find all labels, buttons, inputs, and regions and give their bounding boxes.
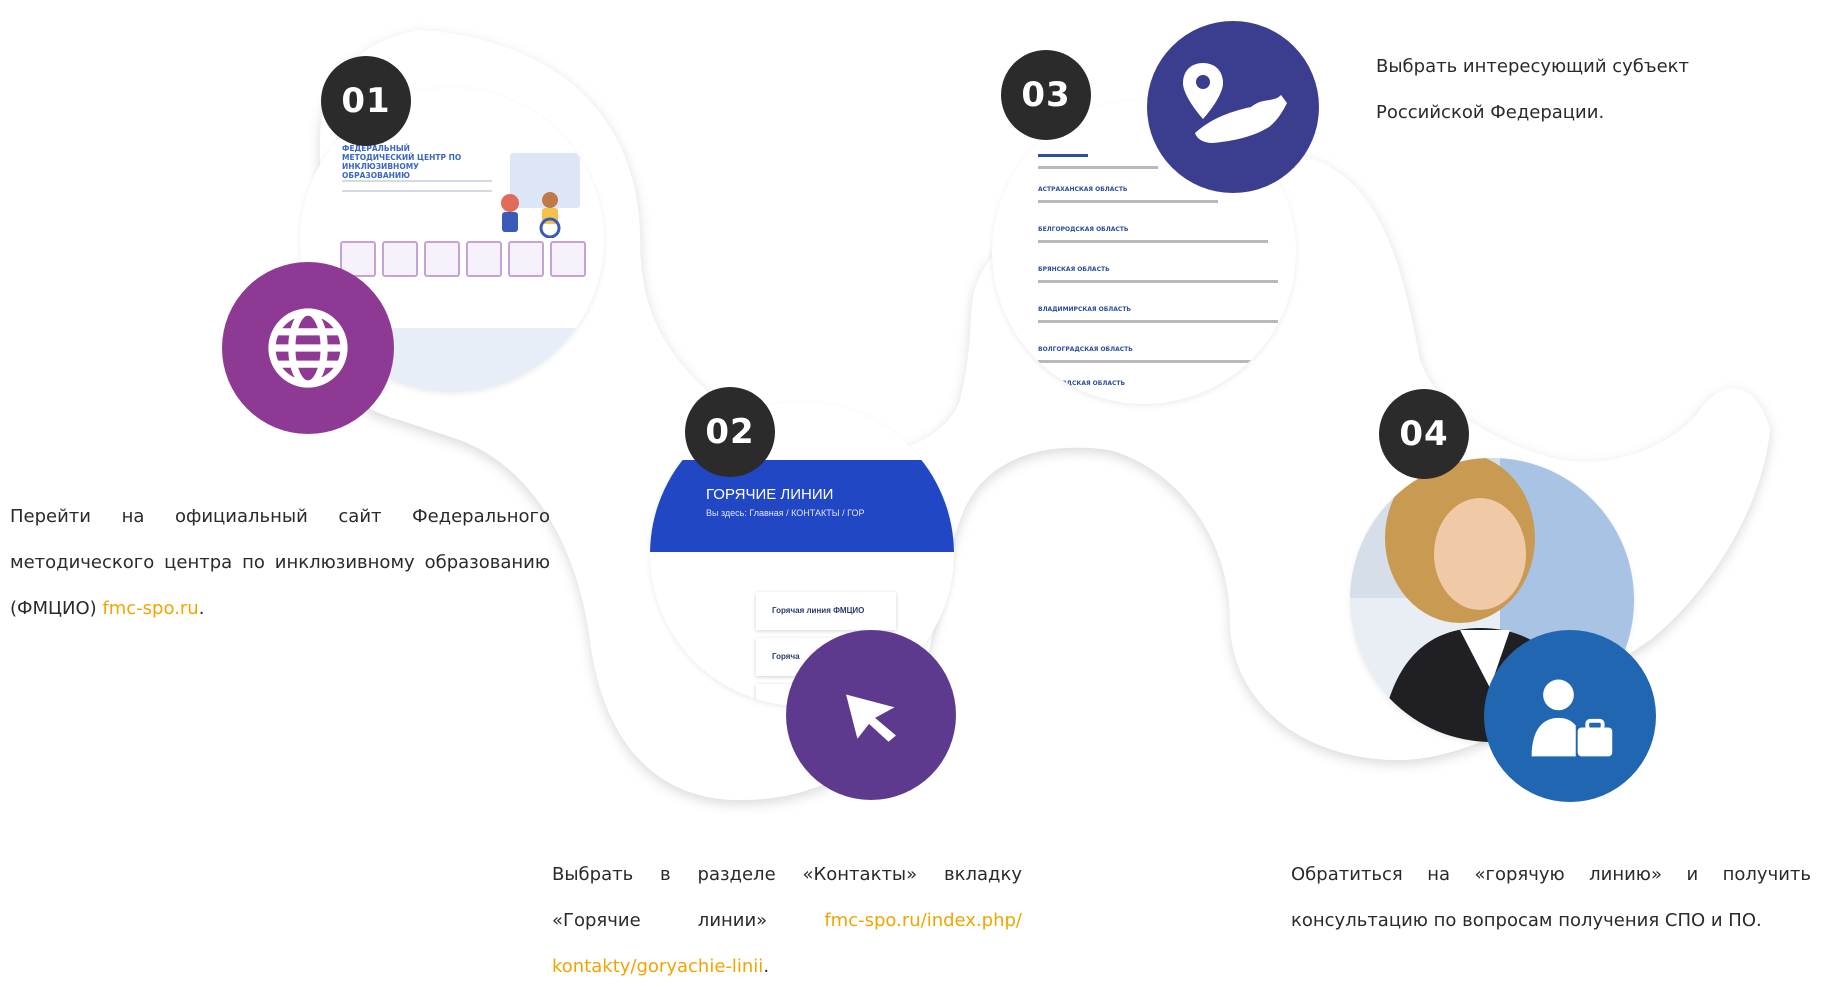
step3-region-label: АСТРАХАНСКАЯ ОБЛАСТЬ <box>1038 186 1128 193</box>
step3-region-line <box>1038 320 1278 323</box>
step1-icon-circle <box>222 262 394 434</box>
step1-menu-icon <box>382 241 418 277</box>
step1-site-subtitle <box>342 180 492 192</box>
step1-menu-icon <box>508 241 544 277</box>
step2-icon-circle <box>786 630 956 800</box>
map-pin-icon <box>1183 63 1287 143</box>
step2-description: Выбрать в разделе «Контакты» вкладку «Го… <box>552 852 1022 990</box>
step1-illustration <box>501 153 580 238</box>
step1-site-title: ФЕДЕРАЛЬНЫЙ МЕТОДИЧЕСКИЙ ЦЕНТР ПО ИНКЛЮЗ… <box>342 144 462 180</box>
consultant-icon <box>1531 679 1613 757</box>
step3-region-line <box>1038 240 1268 243</box>
step2-number-badge: 02 <box>685 387 775 477</box>
step3-region-label: ВЛАДИМИРСКАЯ ОБЛАСТЬ <box>1038 306 1131 313</box>
step4-icon-circle <box>1484 630 1656 802</box>
step1-number-badge: 01 <box>321 56 411 146</box>
step1-description: Перейти на официальный сайт Федерального… <box>10 494 550 632</box>
step3-region-heading <box>1038 154 1088 157</box>
step2-blue-header <box>650 460 954 552</box>
step2-hotline-card: Горячая линия ФМЦИО <box>756 592 896 630</box>
step3-description: Выбрать интересующий субъект Российской … <box>1376 44 1816 136</box>
step1-link[interactable]: fmc-spo.ru <box>102 598 198 619</box>
step3-region-label: ВОЛГОГРАДСКАЯ ОБЛАСТЬ <box>1038 346 1133 353</box>
step3-region-line <box>1038 360 1278 363</box>
step3-icon-circle <box>1147 21 1319 193</box>
step4-text: Обратиться на «горячую линию» и получить… <box>1291 864 1811 931</box>
step3-region-label: БЕЛГОРОДСКАЯ ОБЛАСТЬ <box>1038 226 1129 233</box>
step4-number-badge: 04 <box>1379 389 1469 479</box>
step3-region-line <box>1038 280 1278 283</box>
step2-breadcrumb: Вы здесь: Главная / КОНТАКТЫ / ГОР <box>706 508 865 518</box>
step3-region-label: ВОЛОГОДСКАЯ ОБЛАСТЬ <box>1038 380 1126 387</box>
globe-icon <box>268 308 348 388</box>
step1-text: Перейти на официальный сайт Федерального… <box>10 506 550 619</box>
step1-suffix: . <box>198 598 205 619</box>
step3-region-line <box>1038 200 1218 203</box>
step3-text-line1: Выбрать интересующий субъект <box>1376 56 1690 77</box>
step1-menu-icon <box>424 241 460 277</box>
step1-menu-icon <box>466 241 502 277</box>
step2-suffix: . <box>763 956 770 977</box>
step3-region-line <box>1038 166 1158 169</box>
step4-description: Обратиться на «горячую линию» и получить… <box>1291 852 1811 944</box>
cursor-icon <box>846 694 896 742</box>
step2-page-heading: ГОРЯЧИЕ ЛИНИИ <box>706 486 834 503</box>
step3-region-label: БРЯНСКАЯ ОБЛАСТЬ <box>1038 266 1110 273</box>
step3-number-badge: 03 <box>1001 50 1091 140</box>
step3-text-line2: Российской Федерации. <box>1376 102 1605 123</box>
step1-menu-icon <box>550 241 586 277</box>
